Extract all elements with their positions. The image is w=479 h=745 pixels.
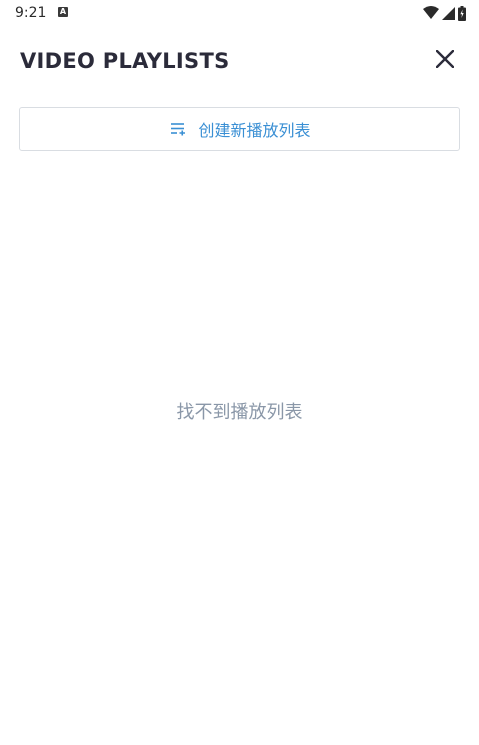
- create-playlist-label: 创建新播放列表: [198, 121, 311, 140]
- cell-signal-icon: [442, 6, 455, 20]
- page-title: VIDEO PLAYLISTS: [20, 49, 230, 73]
- wifi-icon: [423, 6, 439, 20]
- a-notification-icon: A: [58, 7, 68, 17]
- empty-state-message: 找不到播放列表: [176, 402, 303, 423]
- battery-charging-icon: [458, 5, 466, 21]
- status-icons: [423, 5, 466, 21]
- header: VIDEO PLAYLISTS: [0, 40, 479, 84]
- create-playlist-button[interactable]: 创建新播放列表: [19, 107, 460, 151]
- close-button[interactable]: [430, 46, 460, 76]
- status-time: 9:21: [15, 5, 47, 21]
- status-bar: 9:21 A: [0, 0, 479, 26]
- close-icon: [435, 49, 455, 72]
- playlist-add-icon: [168, 119, 188, 139]
